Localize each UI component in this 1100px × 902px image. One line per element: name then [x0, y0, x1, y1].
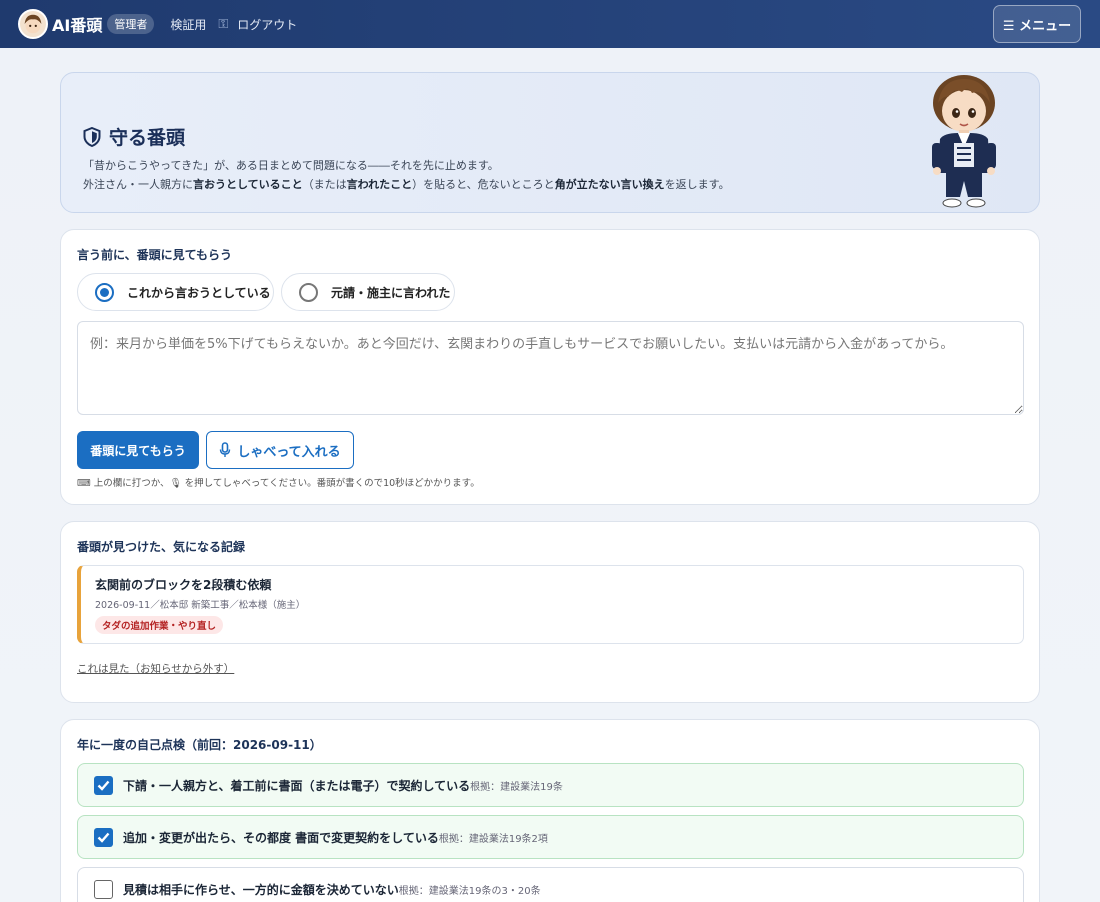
radio-option-saying[interactable]: これから言おうとしている [77, 273, 274, 311]
selfcheck-card: 年に一度の自己点検（前回：2026-09-11） 下請・一人親方と、着工前に書面… [60, 719, 1040, 902]
selfcheck-item[interactable]: 追加・変更が出たら、その都度 書面で変更契約をしている 根拠：建設業法19条2項 [77, 815, 1024, 859]
dismiss-record-link[interactable]: これは見た（お知らせから外す） [77, 661, 234, 676]
hero-desc-part: を返します。 [664, 178, 730, 191]
checkmark-icon [97, 780, 110, 791]
records-card-title: 番頭が見つけた、気になる記録 [77, 540, 246, 554]
submit-review-button[interactable]: 番頭に見てもらう [77, 431, 199, 469]
review-card: 言う前に、番頭に見てもらう これから言おうとしている 元請・施主に言われた 番頭… [60, 229, 1040, 505]
brand-name[interactable]: AI番頭 [52, 12, 102, 36]
records-card: 番頭が見つけた、気になる記録 玄関前のブロックを2段積む依頼 2026-09-1… [60, 521, 1040, 703]
selfcheck-basis: 根拠：建設業法19条 [470, 781, 563, 793]
menu-button[interactable]: ☰ メニュー [993, 5, 1081, 43]
radio-option-told-label: 元請・施主に言われた [331, 285, 451, 300]
hero-desc-part: （または [302, 178, 347, 191]
checkbox-unchecked-icon[interactable] [94, 879, 113, 899]
selfcheck-item[interactable]: 下請・一人親方と、着工前に書面（または電子）で契約している 根拠：建設業法19条 [77, 763, 1024, 807]
avatar-face-icon [24, 14, 42, 34]
banto-mascot-illustration [932, 75, 996, 208]
selfcheck-card-title: 年に一度の自己点検（前回：2026-09-11） [77, 738, 322, 752]
hero-desc-part: 外注さん・一人親方に [83, 178, 193, 191]
microphone-icon [220, 442, 231, 457]
voice-input-button[interactable]: しゃべって入れる [206, 431, 354, 469]
hero-desc-part: ）を貼ると、危ないところと [412, 178, 555, 191]
hero-title: 守る番頭 [83, 123, 185, 150]
record-meta: 2026-09-11／松本邸 新築工事／松本様（施主） [95, 600, 306, 611]
nav-logout-link[interactable]: ログアウト [237, 16, 297, 33]
selfcheck-label: 下請・一人親方と、着工前に書面（または電子）で契約している [123, 778, 471, 793]
avatar[interactable] [18, 9, 48, 39]
record-title: 玄関前のブロックを2段積む依頼 [95, 578, 272, 592]
checkbox-checked-icon[interactable] [94, 827, 113, 847]
hero-title-text: 守る番頭 [109, 127, 186, 149]
selfcheck-basis: 根拠：建設業法19条2項 [438, 833, 548, 845]
record-tag: タダの追加作業・やり直し [95, 616, 224, 634]
hero-description-2: 外注さん・一人親方に言おうとしていること（または言われたこと）を貼ると、危ないと… [83, 176, 730, 192]
radio-unselected-icon[interactable] [299, 282, 318, 302]
selfcheck-label: 見積は相手に作らせ、一方的に金額を決めていない [123, 882, 399, 897]
checkmark-icon [97, 832, 110, 843]
hero-desc-bold: 角が立たない言い換え [554, 178, 665, 191]
hero-description-1: 「昔からこうやってきた」が、ある日まとめて問題になる――それを先に止めます。 [83, 159, 499, 172]
record-item[interactable]: 玄関前のブロックを2段積む依頼 2026-09-11／松本邸 新築工事／松本様（… [77, 565, 1024, 644]
key-icon: ⚿ [218, 16, 229, 32]
radio-selected-icon[interactable] [95, 282, 114, 302]
selfcheck-basis: 根拠：建設業法19条の3・20条 [398, 885, 541, 897]
message-input[interactable] [77, 321, 1024, 415]
nav-verify-link[interactable]: 検証用 [170, 16, 206, 33]
checkbox-checked-icon[interactable] [94, 775, 113, 795]
selfcheck-label: 追加・変更が出たら、その都度 書面で変更契約をしている [123, 830, 439, 845]
radio-option-told[interactable]: 元請・施主に言われた [281, 273, 455, 311]
hero-banner: 守る番頭 「昔からこうやってきた」が、ある日まとめて問題になる――それを先に止め… [60, 72, 1040, 213]
input-hint: ⌨ 上の欄に打つか、🎙 を押してしゃべってください。番頭が書くので10秒ほどかか… [77, 478, 480, 489]
voice-input-label: しゃべって入れる [237, 444, 341, 460]
hero-desc-bold: 言おうとしていること [193, 178, 303, 191]
shield-icon [83, 126, 101, 147]
hero-desc-bold: 言われたこと [346, 178, 413, 191]
top-bar: AI番頭 管理者 検証用 ⚿ ログアウト ☰ メニュー [0, 0, 1100, 48]
selfcheck-item[interactable]: 見積は相手に作らせ、一方的に金額を決めていない 根拠：建設業法19条の3・20条 [77, 867, 1024, 902]
role-badge: 管理者 [107, 14, 155, 34]
review-card-title: 言う前に、番頭に見てもらう [77, 248, 233, 262]
radio-option-saying-label: これから言おうとしている [127, 285, 271, 300]
